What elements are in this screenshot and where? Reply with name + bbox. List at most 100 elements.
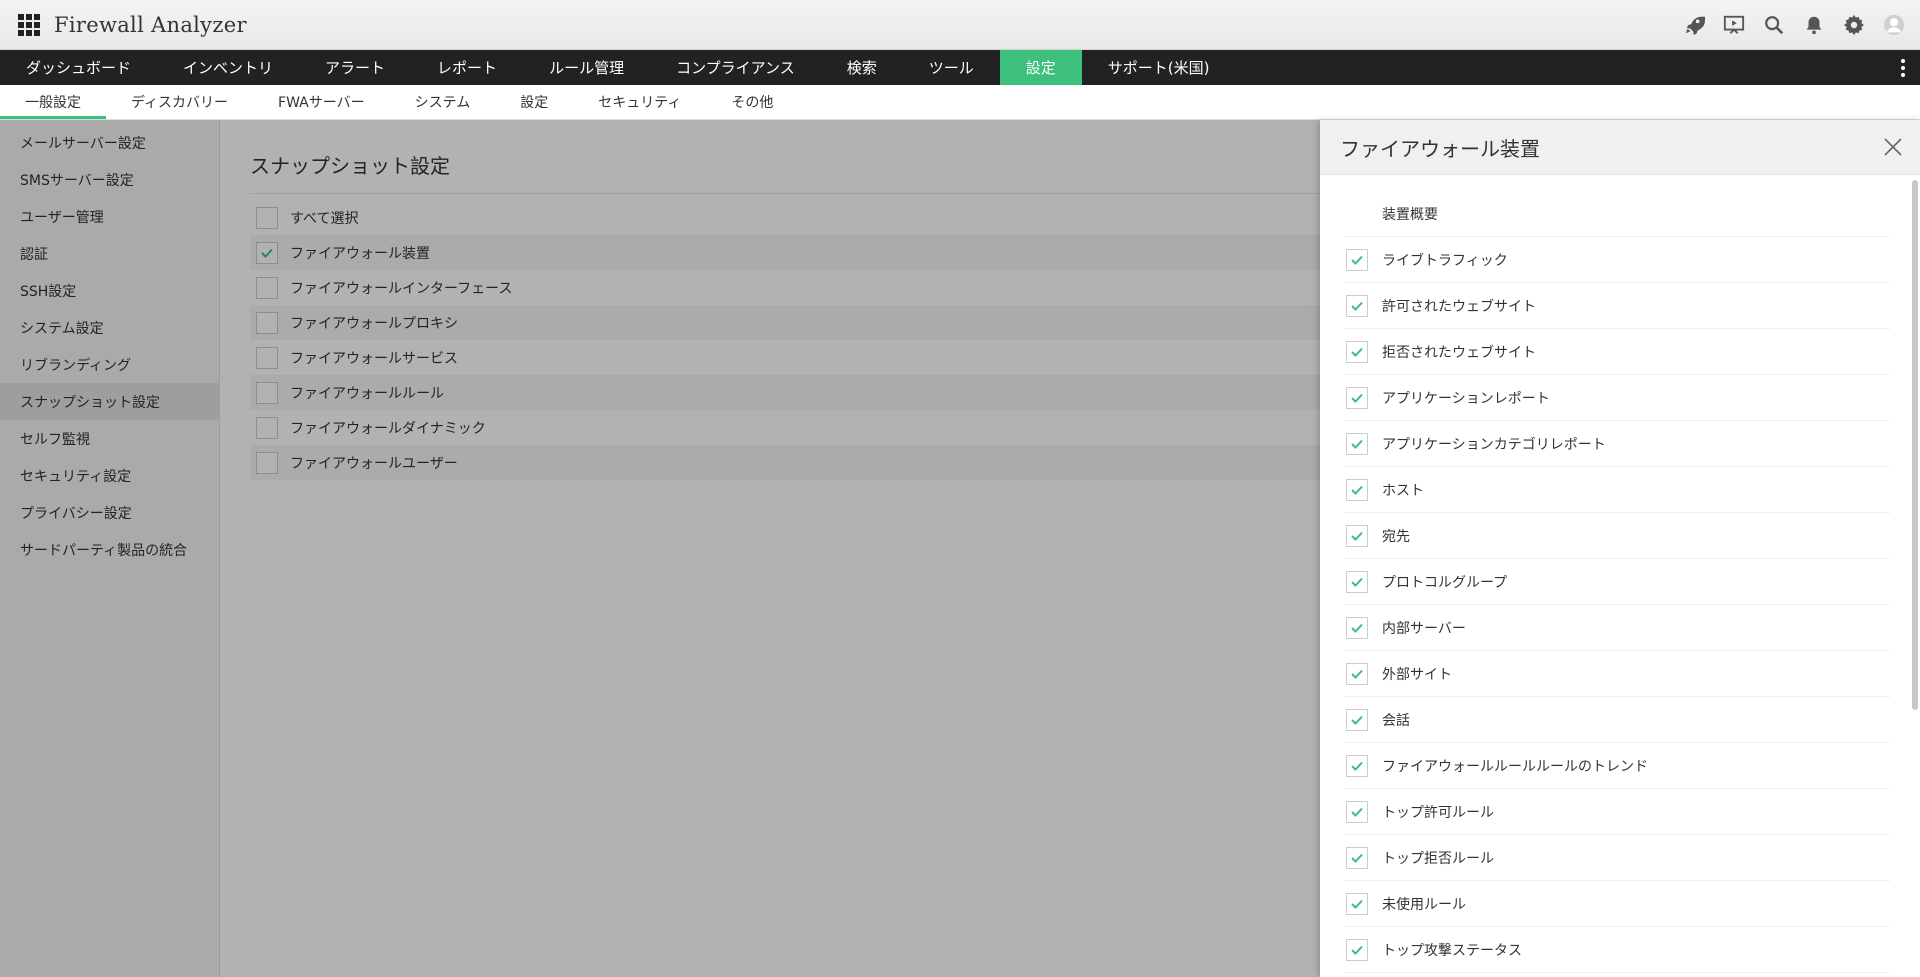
- panel-item-label: ファイアウォールルールルールのトレンド: [1382, 758, 1648, 775]
- checkbox-checked[interactable]: [1346, 340, 1368, 363]
- check-icon: [1351, 439, 1363, 449]
- checkbox-checked[interactable]: [1346, 570, 1368, 593]
- app-header: Firewall Analyzer: [0, 0, 1920, 50]
- checkbox-checked[interactable]: [1346, 248, 1368, 271]
- nav-item-search[interactable]: 検索: [821, 50, 903, 85]
- panel-list-item[interactable]: アプリケーションレポート: [1344, 375, 1890, 421]
- nav-item-alerts[interactable]: アラート: [299, 50, 411, 85]
- checkbox-checked[interactable]: [1346, 432, 1368, 455]
- panel-list-item[interactable]: トップ拒否ルール: [1344, 835, 1890, 881]
- section-label: 装置概要: [1382, 206, 1438, 223]
- panel-item-label: 許可されたウェブサイト: [1382, 298, 1536, 315]
- sub-tab-other[interactable]: その他: [706, 85, 798, 119]
- checkbox-checked[interactable]: [1346, 754, 1368, 777]
- checkbox-checked[interactable]: [1346, 800, 1368, 823]
- panel-list-item[interactable]: ホスト: [1344, 467, 1890, 513]
- checkbox-checked[interactable]: [1346, 524, 1368, 547]
- panel-list-item[interactable]: 拒否されたウェブサイト: [1344, 329, 1890, 375]
- panel-list-item[interactable]: ファイアウォールルールルールのトレンド: [1344, 743, 1890, 789]
- user-avatar-icon[interactable]: [1874, 5, 1914, 45]
- panel-item-label: 拒否されたウェブサイト: [1382, 344, 1536, 361]
- nav-item-dashboard[interactable]: ダッシュボード: [0, 50, 157, 85]
- panel-item-label: 内部サーバー: [1382, 620, 1466, 637]
- search-icon[interactable]: [1754, 5, 1794, 45]
- checkbox-checked[interactable]: [1346, 846, 1368, 869]
- panel-section-header: 装置概要: [1344, 191, 1890, 237]
- bell-icon[interactable]: [1794, 5, 1834, 45]
- panel-item-label: 未使用ルール: [1382, 896, 1466, 913]
- header-icons: [1674, 0, 1914, 50]
- panel-item-label: ホスト: [1382, 482, 1424, 499]
- panel-list-item[interactable]: 許可されたウェブサイト: [1344, 283, 1890, 329]
- panel-list-item[interactable]: トップ許可ルール: [1344, 789, 1890, 835]
- sub-tab-system[interactable]: システム: [390, 85, 496, 119]
- sub-tab-general-settings[interactable]: 一般設定: [0, 85, 106, 119]
- check-icon: [1351, 807, 1363, 817]
- panel-body: 装置概要 ライブトラフィック 許可されたウェブサイト 拒否されたウェブサイト アプリケ…: [1320, 175, 1910, 977]
- sub-nav: 一般設定 ディスカバリー FWAサーバー システム 設定 セキュリティ その他: [0, 85, 1920, 120]
- nav-item-support[interactable]: サポート(米国): [1082, 50, 1236, 85]
- check-icon: [1351, 761, 1363, 771]
- checkbox-checked[interactable]: [1346, 478, 1368, 501]
- nav-item-tools[interactable]: ツール: [903, 50, 1000, 85]
- panel-list-item[interactable]: 外部サイト: [1344, 651, 1890, 697]
- check-icon: [1351, 255, 1363, 265]
- checkbox-checked[interactable]: [1346, 708, 1368, 731]
- sub-tab-security[interactable]: セキュリティ: [573, 85, 706, 119]
- panel-list-item[interactable]: プロトコルグループ: [1344, 559, 1890, 605]
- nav-item-inventory[interactable]: インベントリ: [157, 50, 299, 85]
- panel-list-item[interactable]: 会話: [1344, 697, 1890, 743]
- panel-item-label: ライブトラフィック: [1382, 252, 1508, 269]
- check-icon: [1351, 301, 1363, 311]
- panel-item-label: 外部サイト: [1382, 666, 1452, 683]
- checkbox-checked[interactable]: [1346, 892, 1368, 915]
- more-vertical-icon[interactable]: [1896, 50, 1910, 85]
- main-nav: ダッシュボード インベントリ アラート レポート ルール管理 コンプライアンス …: [0, 50, 1920, 85]
- nav-item-compliance[interactable]: コンプライアンス: [650, 50, 821, 85]
- check-icon: [1351, 853, 1363, 863]
- check-icon: [1351, 669, 1363, 679]
- gear-icon[interactable]: [1834, 5, 1874, 45]
- check-icon: [1351, 715, 1363, 725]
- check-icon: [1351, 577, 1363, 587]
- checkbox-checked[interactable]: [1346, 616, 1368, 639]
- panel-list-item[interactable]: トップ攻撃ステータス: [1344, 927, 1890, 973]
- rocket-icon[interactable]: [1674, 5, 1714, 45]
- check-icon: [1351, 531, 1363, 541]
- panel-header: ファイアウォール装置: [1320, 120, 1920, 175]
- close-icon[interactable]: [1882, 136, 1904, 158]
- panel-item-label: トップ拒否ルール: [1382, 850, 1494, 867]
- nav-item-reports[interactable]: レポート: [411, 50, 523, 85]
- sub-tab-fwa-server[interactable]: FWAサーバー: [253, 85, 390, 119]
- nav-item-settings[interactable]: 設定: [999, 50, 1082, 85]
- panel-list-item[interactable]: アプリケーションカテゴリレポート: [1344, 421, 1890, 467]
- apps-grid-icon[interactable]: [18, 13, 40, 36]
- panel-item-label: アプリケーションカテゴリレポート: [1382, 436, 1606, 453]
- checkbox-checked[interactable]: [1346, 386, 1368, 409]
- checkbox-checked[interactable]: [1346, 294, 1368, 317]
- panel-item-label: 会話: [1382, 712, 1410, 729]
- panel-item-list: ライブトラフィック許可されたウェブサイト 拒否されたウェブサイト アプリケーションレ…: [1344, 237, 1910, 973]
- panel-list-item[interactable]: ライブトラフィック: [1344, 237, 1890, 283]
- panel-list-item[interactable]: 宛先: [1344, 513, 1890, 559]
- panel-title: ファイアウォール装置: [1340, 136, 1540, 161]
- panel-item-label: アプリケーションレポート: [1382, 390, 1550, 407]
- app-title: Firewall Analyzer: [54, 12, 247, 37]
- panel-item-label: トップ攻撃ステータス: [1382, 942, 1522, 959]
- checkbox-checked[interactable]: [1346, 938, 1368, 961]
- panel-list-item[interactable]: 内部サーバー: [1344, 605, 1890, 651]
- check-icon: [1351, 899, 1363, 909]
- panel-item-label: トップ許可ルール: [1382, 804, 1494, 821]
- panel-list-item[interactable]: 未使用ルール: [1344, 881, 1890, 927]
- check-icon: [1351, 393, 1363, 403]
- sub-tab-discovery[interactable]: ディスカバリー: [106, 85, 253, 119]
- presentation-icon[interactable]: [1714, 5, 1754, 45]
- checkbox-checked[interactable]: [1346, 662, 1368, 685]
- check-icon: [1351, 485, 1363, 495]
- nav-item-rule-management[interactable]: ルール管理: [523, 50, 650, 85]
- sub-tab-config[interactable]: 設定: [495, 85, 573, 119]
- panel-item-label: 宛先: [1382, 528, 1410, 545]
- panel-scrollbar[interactable]: [1912, 180, 1918, 710]
- firewall-device-panel: ファイアウォール装置 装置概要 ライブトラフィック許可されたウェブサイト 拒否され…: [1320, 120, 1920, 977]
- check-icon: [1351, 347, 1363, 357]
